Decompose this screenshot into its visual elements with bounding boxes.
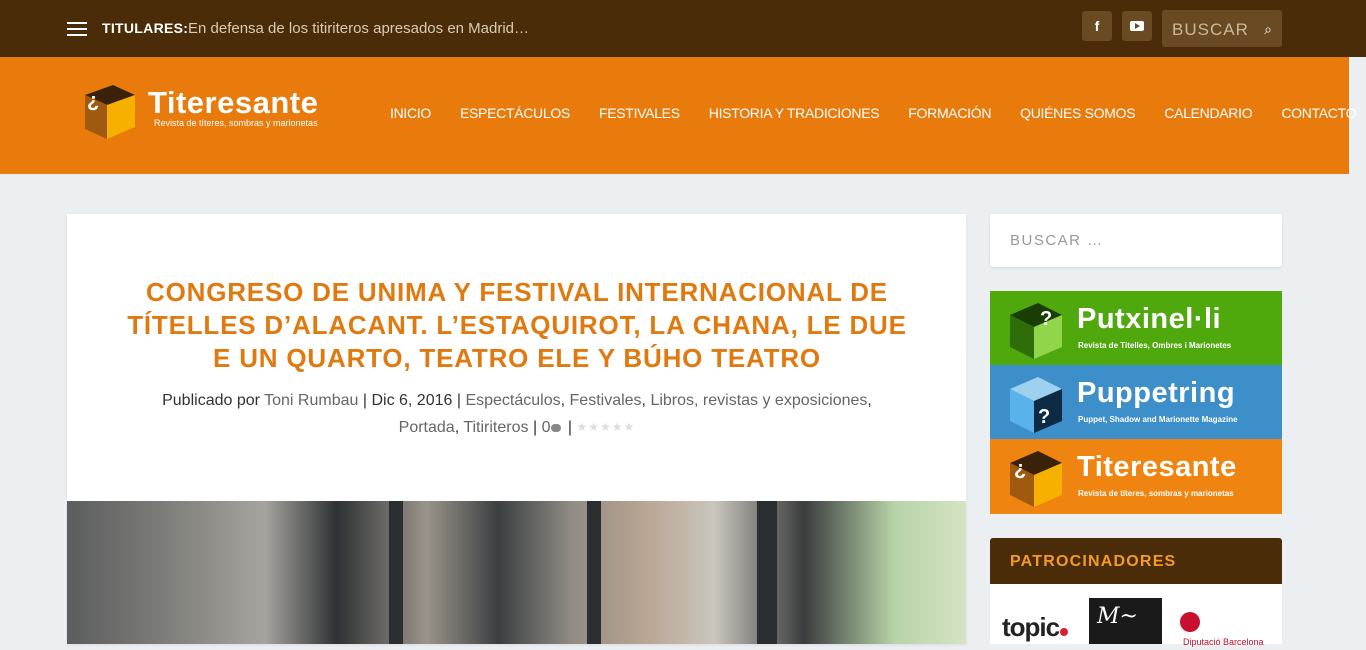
meta-prefix: Publicado por xyxy=(162,392,260,409)
banner-subtitle: Revista de Titelles, Ombres i Marionetes xyxy=(1078,341,1232,350)
banner-title: Puppetring xyxy=(1077,377,1236,409)
top-bar: TITULARES: En defensa de los titiriteros… xyxy=(0,0,1366,57)
banner-subtitle: Puppet, Shadow and Marionette Magazine xyxy=(1078,415,1238,424)
meta-separator: | xyxy=(456,392,461,409)
category-link[interactable]: Libros, revistas y exposiciones xyxy=(650,392,867,409)
meta-separator: | xyxy=(532,419,538,436)
banner-titeresante[interactable]: ¿ Titeresante Revista de títeres, sombra… xyxy=(990,439,1282,514)
featured-image[interactable] xyxy=(67,501,966,644)
image-detail xyxy=(587,501,601,644)
cube-logo-icon: ¿ xyxy=(1010,451,1062,507)
sponsors-title: PATROCINADORES xyxy=(1010,553,1177,570)
sidebar-search[interactable]: BUSCAR … xyxy=(990,214,1282,267)
top-search-input[interactable]: BUSCAR xyxy=(1172,20,1249,40)
sponsor-logo-signature[interactable]: M~ xyxy=(1089,598,1162,644)
svg-text:?: ? xyxy=(1038,406,1050,428)
category-link[interactable]: Portada xyxy=(399,419,455,436)
sidebar-search-input[interactable]: BUSCAR … xyxy=(1010,232,1104,249)
menu-icon[interactable] xyxy=(67,22,87,36)
author-link[interactable]: Toni Rumbau xyxy=(264,392,358,409)
nav-calendario[interactable]: CALENDARIO xyxy=(1164,105,1252,121)
main-nav: INICIO ESPECTÁCULOS FESTIVALES HISTORIA … xyxy=(390,105,1366,121)
rating-stars: ★★★★★ xyxy=(576,420,636,435)
comment-count[interactable]: 0 xyxy=(542,419,551,436)
nav-festivales[interactable]: FESTIVALES xyxy=(599,105,680,121)
sponsor-logo-diputacio[interactable]: Diputació Barcelona xyxy=(1180,612,1270,650)
post-date: Dic 6, 2016 xyxy=(371,392,453,409)
banner-subtitle: Revista de títeres, sombras y marionetas xyxy=(1078,489,1234,498)
svg-text:?: ? xyxy=(1040,308,1052,330)
post-meta: Publicado por Toni Rumbau | Dic 6, 2016 … xyxy=(107,387,927,441)
banner-title: Titeresante xyxy=(1077,451,1237,483)
top-search-box[interactable]: BUSCAR ⌕ xyxy=(1162,10,1282,47)
search-icon[interactable]: ⌕ xyxy=(1264,21,1272,38)
nav-inicio[interactable]: INICIO xyxy=(390,105,431,121)
nav-contacto[interactable]: CONTACTO xyxy=(1281,105,1356,121)
image-detail xyxy=(389,501,403,644)
category-link[interactable]: Festivales xyxy=(570,392,642,409)
svg-text:¿: ¿ xyxy=(1014,458,1026,480)
sponsors-body: topic M~ Diputació Barcelona xyxy=(990,584,1282,647)
cube-logo-icon: ? xyxy=(1010,303,1062,359)
sponsor-dot-icon xyxy=(1060,628,1069,636)
cube-logo-icon: ? xyxy=(1010,377,1062,433)
meta-separator: | xyxy=(362,392,367,409)
ticker-label: TITULARES: xyxy=(102,20,189,36)
sponsors-header: PATROCINADORES xyxy=(990,538,1282,584)
banner-puppetring[interactable]: ? Puppetring Puppet, Shadow and Marionet… xyxy=(990,365,1282,440)
sponsor-logo-topic[interactable]: topic xyxy=(1002,612,1069,643)
article-card: CONGRESO DE UNIMA Y FESTIVAL INTERNACION… xyxy=(67,214,966,644)
meta-separator: | xyxy=(567,419,573,436)
comments-link[interactable]: 0 xyxy=(542,419,564,436)
category-link[interactable]: Espectáculos xyxy=(465,392,560,409)
comment-icon xyxy=(551,423,562,432)
post-title[interactable]: CONGRESO DE UNIMA Y FESTIVAL INTERNACION… xyxy=(127,276,907,375)
facebook-icon[interactable]: f xyxy=(1082,11,1112,41)
nav-historia[interactable]: HISTORIA Y TRADICIONES xyxy=(709,105,880,121)
ticker-headline-link[interactable]: En defensa de los titiriteros apresados … xyxy=(188,20,529,37)
site-header: ¿ Titeresante Revista de títeres, sombra… xyxy=(0,57,1356,174)
nav-espectaculos[interactable]: ESPECTÁCULOS xyxy=(460,105,570,121)
nav-quienes-somos[interactable]: QUIÉNES SOMOS xyxy=(1020,105,1135,121)
diputacio-emblem-icon xyxy=(1180,612,1200,632)
svg-text:¿: ¿ xyxy=(87,90,99,112)
image-detail xyxy=(757,501,777,644)
sponsor-name: topic xyxy=(1002,612,1060,642)
category-link[interactable]: Titiriteros xyxy=(463,419,528,436)
logo-tagline: Revista de títeres, sombras y marionetas xyxy=(154,118,318,128)
sponsor-name: Diputació Barcelona xyxy=(1183,637,1264,647)
banner-putxinelli[interactable]: ? Putxinel·li Revista de Titelles, Ombre… xyxy=(990,291,1282,366)
banner-title: Putxinel·li xyxy=(1077,303,1222,335)
logo-icon[interactable]: ¿ xyxy=(73,81,135,141)
logo-title[interactable]: Titeresante xyxy=(148,85,318,121)
youtube-icon[interactable] xyxy=(1122,11,1152,41)
nav-formacion[interactable]: FORMACIÓN xyxy=(908,105,991,121)
